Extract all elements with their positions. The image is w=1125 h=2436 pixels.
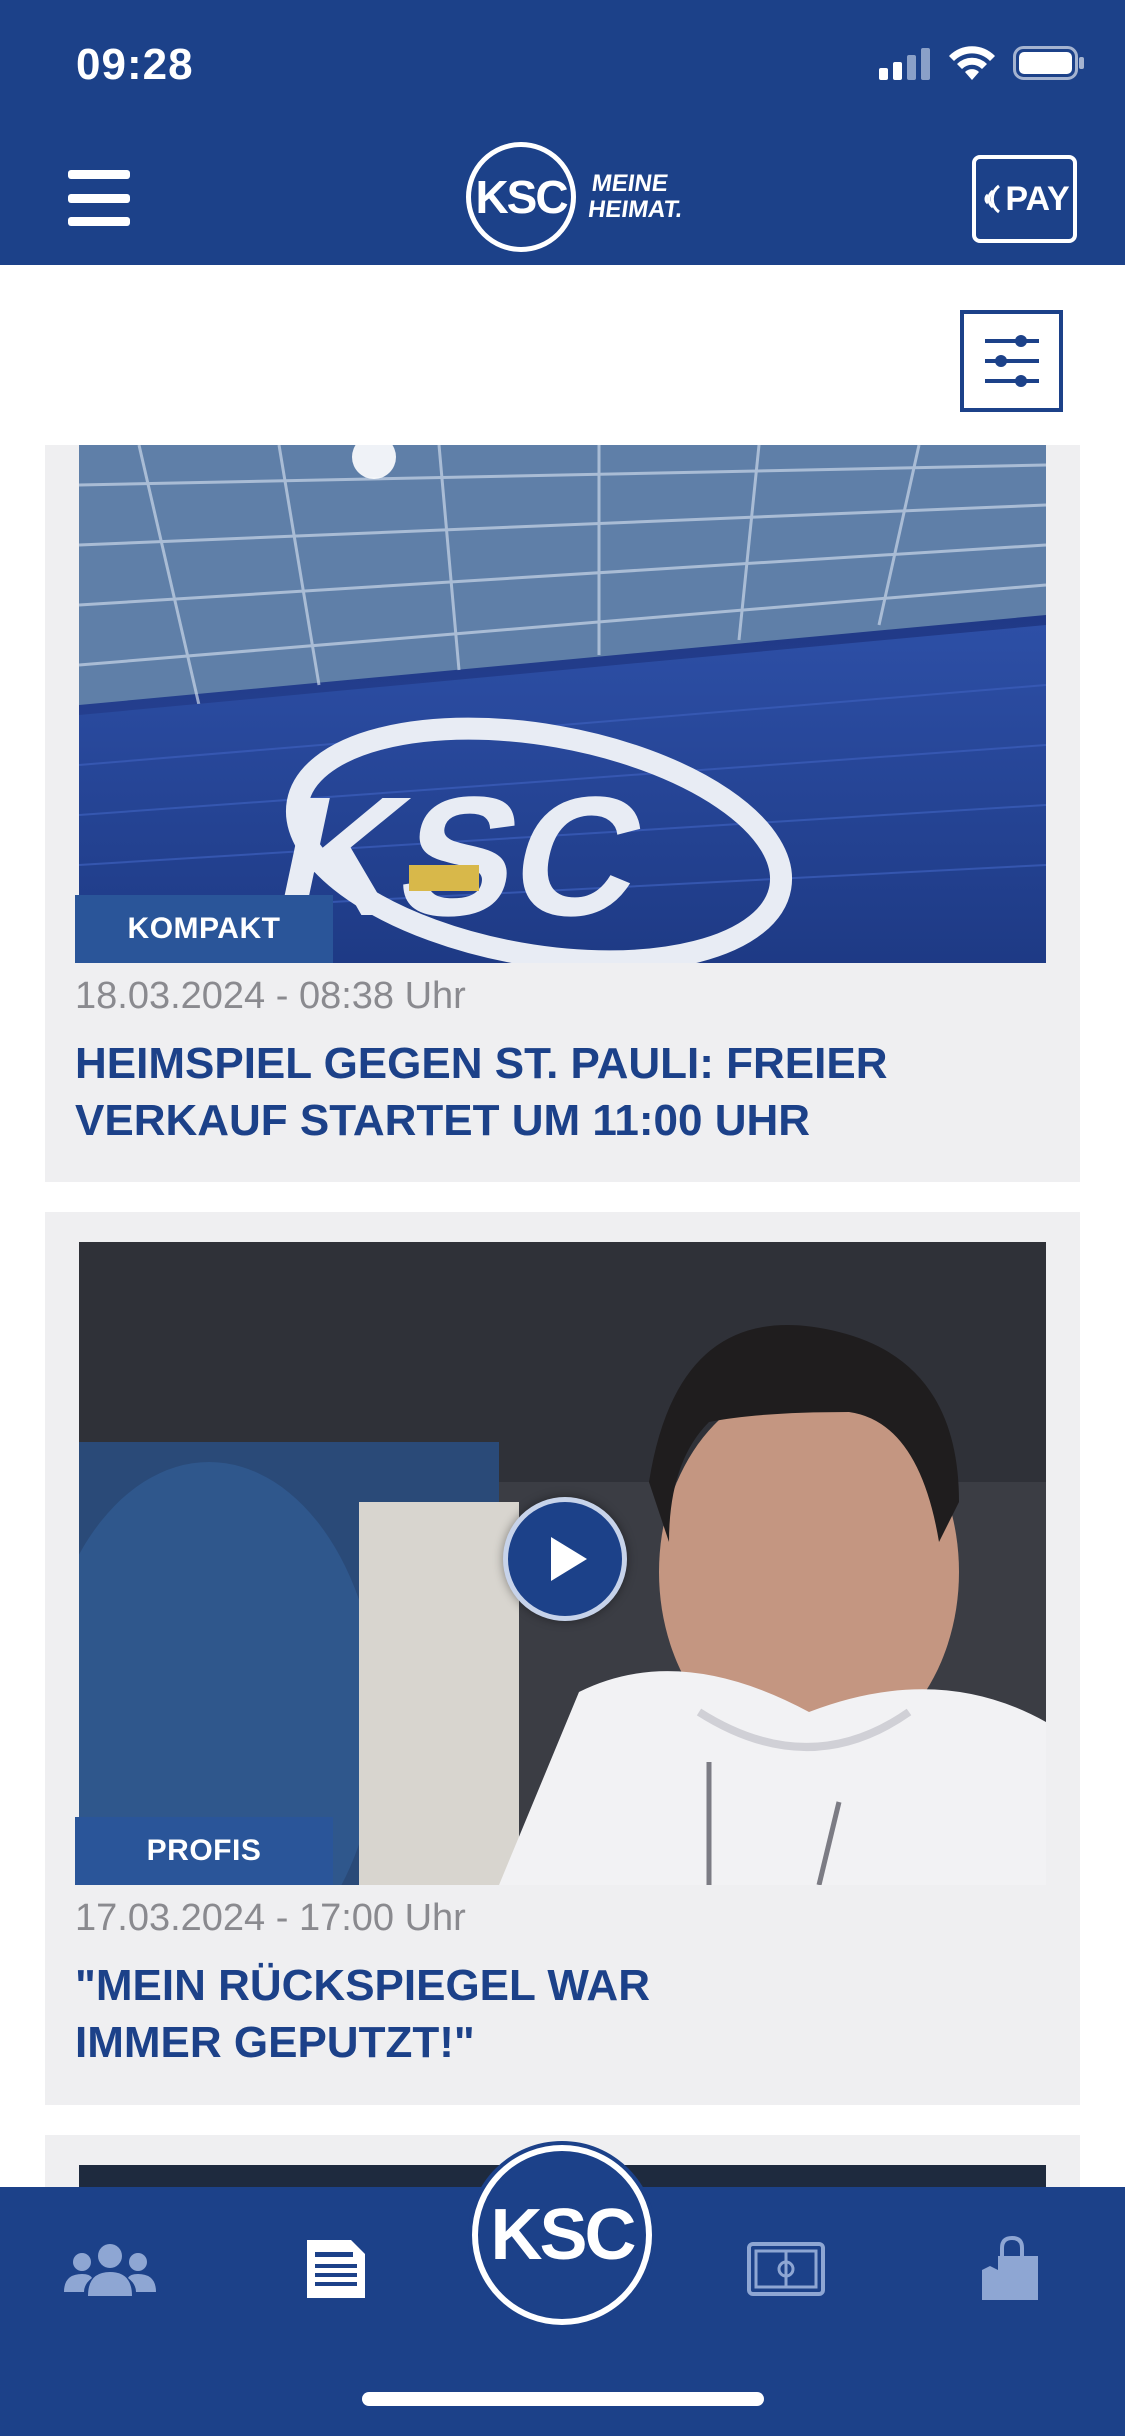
article-date: 18.03.2024 - 08:38 Uhr (75, 975, 466, 1017)
menu-icon[interactable] (68, 170, 130, 226)
filter-button[interactable] (960, 310, 1063, 412)
category-badge: KOMPAKT (75, 895, 333, 963)
filter-bar (0, 265, 1125, 445)
ksc-logo[interactable]: KSC MEINE HEIMAT. (466, 142, 684, 252)
logo-slogan-line1: MEINE (590, 170, 670, 197)
tab-match[interactable] (736, 2229, 836, 2309)
wifi-icon (949, 46, 995, 80)
status-icons (879, 46, 1085, 80)
app-header: 09:28 KSC MEINE HEIMAT. PAY (0, 0, 1125, 265)
tab-news[interactable] (286, 2229, 386, 2309)
pay-label: PAY (1005, 179, 1070, 218)
news-card[interactable]: PROFIS 17.03.2024 - 17:00 Uhr "MEIN RÜCK… (45, 1212, 1080, 2105)
team-icon (64, 2244, 156, 2296)
article-title: "MEIN RÜCKSPIEGEL WAR IMMER GEPUTZT!" (75, 1961, 650, 2067)
signal-icon (879, 48, 930, 80)
article-image-stadium: KSC (79, 445, 1046, 963)
tab-team[interactable] (60, 2229, 160, 2309)
news-icon (307, 2240, 365, 2298)
logo-slogan-line2: HEIMAT. (586, 196, 685, 223)
sliders-icon (984, 335, 1039, 387)
shop-icon (982, 2236, 1038, 2300)
pay-button[interactable]: PAY (972, 155, 1077, 243)
logo-slogan: MEINE HEIMAT. (586, 170, 688, 223)
logo-badge: KSC (466, 142, 576, 252)
article-title: HEIMSPIEL GEGEN ST. PAULI: FREIER VERKAU… (75, 1039, 888, 1145)
nfc-icon (984, 184, 1001, 214)
match-field-icon (747, 2242, 825, 2296)
play-video-button[interactable] (503, 1497, 627, 1621)
tab-home-logo[interactable]: KSC (472, 2145, 652, 2325)
article-date: 17.03.2024 - 17:00 Uhr (75, 1897, 466, 1939)
status-time: 09:28 (76, 40, 194, 89)
battery-icon (1013, 46, 1084, 80)
tab-shop[interactable] (960, 2229, 1060, 2309)
play-icon (551, 1537, 587, 1581)
category-badge: PROFIS (75, 1817, 333, 1885)
home-indicator[interactable] (362, 2392, 764, 2406)
news-card[interactable]: KSC KOMPAKT 18.03.2024 - 08:38 Uhr HEIMS… (45, 445, 1080, 1182)
